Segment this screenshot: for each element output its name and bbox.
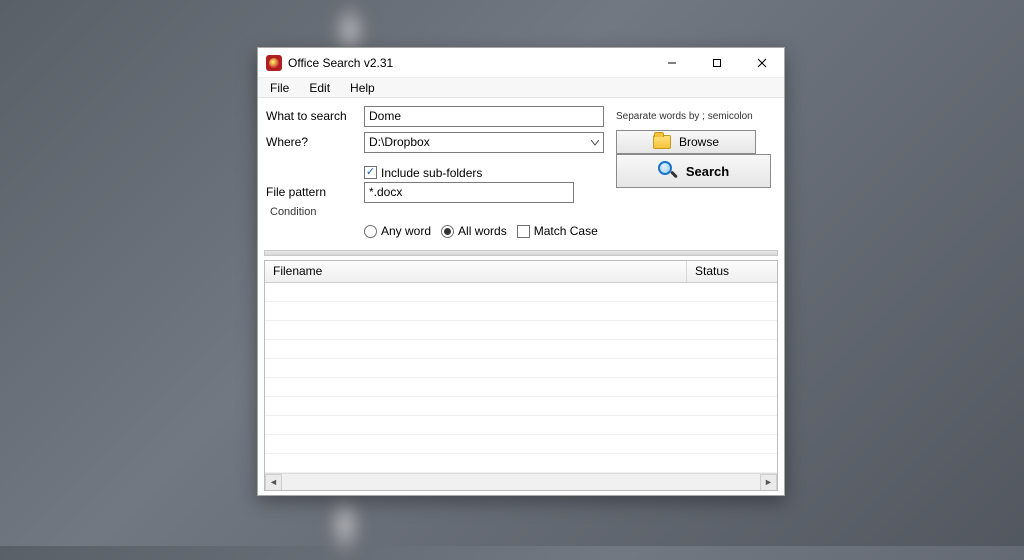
folder-icon xyxy=(653,135,671,149)
condition-group: Condition Any word All words Match Case xyxy=(266,206,776,242)
results-body[interactable] xyxy=(265,283,777,473)
app-window: Office Search v2.31 File Edit Help What … xyxy=(257,47,785,496)
all-words-label: All words xyxy=(458,224,507,238)
column-status[interactable]: Status xyxy=(687,261,777,282)
where-label: Where? xyxy=(266,135,364,149)
maximize-button[interactable] xyxy=(694,48,739,78)
search-button-label: Search xyxy=(686,164,729,179)
window-title: Office Search v2.31 xyxy=(288,56,393,70)
menu-edit[interactable]: Edit xyxy=(301,79,338,97)
radio-icon xyxy=(441,225,454,238)
what-to-search-input[interactable] xyxy=(364,106,604,127)
separator xyxy=(264,250,778,256)
where-combobox[interactable]: D:\Dropbox xyxy=(364,132,604,153)
any-word-label: Any word xyxy=(381,224,431,238)
close-button[interactable] xyxy=(739,48,784,78)
file-pattern-label: File pattern xyxy=(266,185,364,199)
all-words-radio[interactable]: All words xyxy=(441,224,507,238)
minimize-button[interactable] xyxy=(649,48,694,78)
checkbox-icon: ✓ xyxy=(364,166,377,179)
include-subfolders-label: Include sub-folders xyxy=(381,166,482,180)
titlebar: Office Search v2.31 xyxy=(258,48,784,78)
app-icon xyxy=(266,55,282,71)
condition-legend: Condition xyxy=(266,206,320,218)
checkbox-icon xyxy=(517,225,530,238)
include-subfolders-checkbox[interactable]: ✓ Include sub-folders xyxy=(364,166,482,180)
separator-hint: Separate words by ; semicolon xyxy=(616,111,753,122)
results-header: Filename Status xyxy=(265,261,777,283)
what-to-search-label: What to search xyxy=(266,109,364,123)
match-case-checkbox[interactable]: Match Case xyxy=(517,224,598,238)
file-pattern-input[interactable] xyxy=(364,182,574,203)
scroll-right-icon[interactable]: ► xyxy=(760,474,777,491)
search-button[interactable]: Search xyxy=(616,154,771,188)
menubar: File Edit Help xyxy=(258,78,784,98)
match-case-label: Match Case xyxy=(534,224,598,238)
where-value: D:\Dropbox xyxy=(369,135,599,149)
radio-icon xyxy=(364,225,377,238)
search-form: What to search Separate words by ; semic… xyxy=(258,98,784,246)
search-icon xyxy=(658,161,678,181)
scroll-left-icon[interactable]: ◄ xyxy=(265,474,282,491)
horizontal-scrollbar[interactable]: ◄ ► xyxy=(265,473,777,490)
menu-help[interactable]: Help xyxy=(342,79,383,97)
browse-button[interactable]: Browse xyxy=(616,130,756,154)
any-word-radio[interactable]: Any word xyxy=(364,224,431,238)
browse-button-label: Browse xyxy=(679,135,719,149)
results-list: Filename Status ◄ ► xyxy=(264,260,778,491)
menu-file[interactable]: File xyxy=(262,79,297,97)
column-filename[interactable]: Filename xyxy=(265,261,687,282)
